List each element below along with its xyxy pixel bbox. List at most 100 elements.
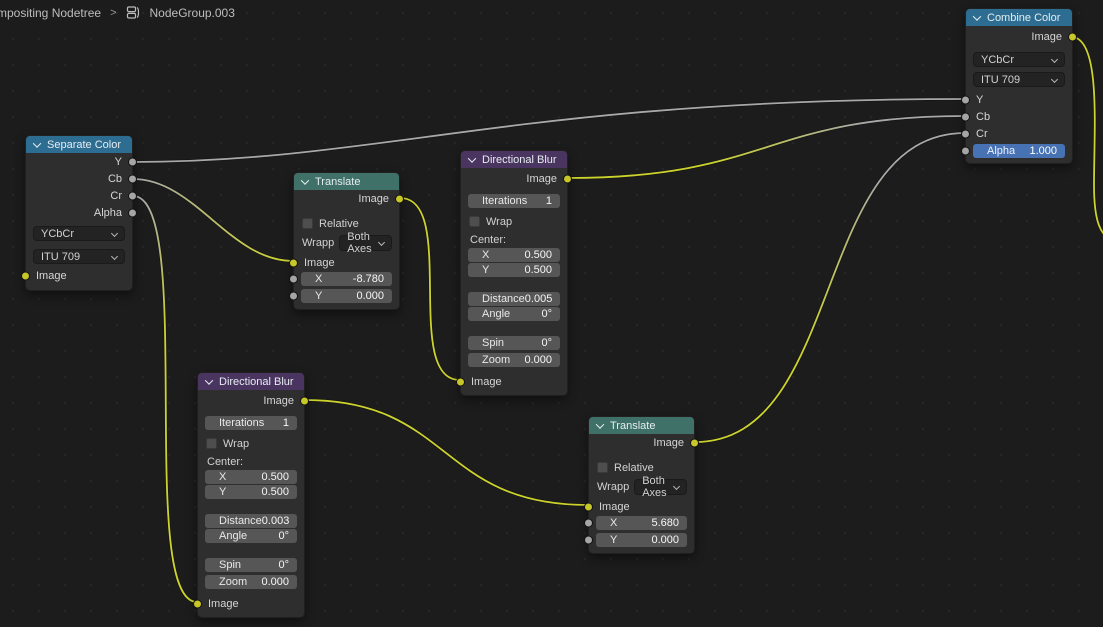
node-header-directional-blur-2[interactable]: Directional Blur xyxy=(198,373,304,390)
socket-output-image[interactable] xyxy=(300,396,309,405)
center-y-field[interactable]: Y 0.500 xyxy=(205,485,297,499)
angle-field[interactable]: Angle 0° xyxy=(468,307,560,321)
collapse-chevron-icon[interactable] xyxy=(205,376,213,384)
breadcrumb-separator-icon: > xyxy=(110,7,116,19)
wrap-dropdown-value: Both Axes xyxy=(347,231,379,255)
node-separate-color[interactable]: Separate Color Y Cb Cr Alpha YCbCr ITU 7… xyxy=(25,135,133,291)
output-row-image: Image xyxy=(461,170,567,187)
collapse-chevron-icon[interactable] xyxy=(596,420,604,428)
wire-combine-image-out[interactable] xyxy=(1073,37,1103,244)
relative-checkbox[interactable] xyxy=(597,462,608,473)
wire-separate-cr-to-blur2-image[interactable] xyxy=(133,196,197,602)
wire-separate-cb-to-translate1-image[interactable] xyxy=(133,179,293,261)
socket-output-image[interactable] xyxy=(395,194,404,203)
node-header-translate-1[interactable]: Translate xyxy=(294,173,399,190)
output-label-y: Y xyxy=(115,156,122,168)
input-row-image: Image xyxy=(294,254,399,271)
node-directional-blur-2[interactable]: Directional Blur Image Iterations 1 Wrap… xyxy=(197,372,305,618)
socket-output-image[interactable] xyxy=(690,438,699,447)
node-translate-2[interactable]: Translate Image Relative Wrapp Both Axes… xyxy=(588,416,695,554)
wire-blur1-to-combine-cb[interactable] xyxy=(568,116,965,178)
node-header-separate-color[interactable]: Separate Color xyxy=(26,136,132,153)
distance-field[interactable]: Distance 0.003 xyxy=(205,514,297,528)
node-directional-blur-1[interactable]: Directional Blur Image Iterations 1 Wrap… xyxy=(460,150,568,396)
node-header-directional-blur-1[interactable]: Directional Blur xyxy=(461,151,567,168)
angle-label: Angle xyxy=(482,308,510,320)
x-field[interactable]: X 5.680 xyxy=(596,516,687,530)
wire-translate1-to-blur1-image[interactable] xyxy=(400,198,460,380)
node-title: Translate xyxy=(315,176,360,188)
mode-dropdown[interactable]: YCbCr xyxy=(973,52,1065,67)
socket-input-image[interactable] xyxy=(193,599,202,608)
socket-input-y[interactable] xyxy=(961,95,970,104)
node-header-translate-2[interactable]: Translate xyxy=(589,417,694,434)
socket-output-cb[interactable] xyxy=(128,174,137,183)
chevron-down-icon xyxy=(1051,76,1058,83)
wire-blur2-to-translate2-image[interactable] xyxy=(305,400,588,505)
wrap-checkbox[interactable] xyxy=(469,216,480,227)
breadcrumb-group-name[interactable]: NodeGroup.003 xyxy=(150,6,235,20)
chevron-down-icon xyxy=(673,483,680,490)
iterations-field[interactable]: Iterations 1 xyxy=(205,416,297,430)
center-label-row: Center: xyxy=(461,233,567,247)
socket-input-y[interactable] xyxy=(584,536,593,545)
standard-dropdown-value: ITU 709 xyxy=(41,251,80,263)
input-label-cb: Cb xyxy=(976,111,990,123)
angle-field-row: Angle 0° xyxy=(461,307,567,321)
center-x-field[interactable]: X 0.500 xyxy=(468,248,560,262)
socket-output-y[interactable] xyxy=(128,157,137,166)
zoom-field[interactable]: Zoom 0.000 xyxy=(205,575,297,589)
wrap-dropdown[interactable]: Both Axes xyxy=(339,235,392,251)
socket-input-cr[interactable] xyxy=(961,129,970,138)
center-y-field[interactable]: Y 0.500 xyxy=(468,263,560,277)
collapse-chevron-icon[interactable] xyxy=(468,154,476,162)
y-field-row: Y 0.000 xyxy=(294,289,399,303)
alpha-slider[interactable]: Alpha 1.000 xyxy=(973,144,1065,158)
socket-input-image[interactable] xyxy=(21,271,30,280)
socket-input-alpha[interactable] xyxy=(961,147,970,156)
node-translate-1[interactable]: Translate Image Relative Wrapp Both Axes… xyxy=(293,172,400,310)
angle-field[interactable]: Angle 0° xyxy=(205,529,297,543)
relative-checkbox[interactable] xyxy=(302,218,313,229)
output-row-cb: Cb xyxy=(26,170,132,187)
socket-input-x[interactable] xyxy=(289,275,298,284)
socket-input-x[interactable] xyxy=(584,519,593,528)
breadcrumb-tree-name[interactable]: mpositing Nodetree xyxy=(0,6,101,20)
collapse-chevron-icon[interactable] xyxy=(301,176,309,184)
spin-field[interactable]: Spin 0° xyxy=(468,336,560,350)
socket-input-cb[interactable] xyxy=(961,112,970,121)
socket-input-y[interactable] xyxy=(289,292,298,301)
standard-dropdown[interactable]: ITU 709 xyxy=(973,72,1065,87)
node-title: Separate Color xyxy=(47,139,121,151)
socket-input-image[interactable] xyxy=(456,377,465,386)
wrap-row: Wrapp Both Axes xyxy=(294,234,399,251)
socket-output-cr[interactable] xyxy=(128,191,137,200)
output-label-cr: Cr xyxy=(110,190,122,202)
spin-field[interactable]: Spin 0° xyxy=(205,558,297,572)
relative-label: Relative xyxy=(614,462,654,474)
socket-output-image[interactable] xyxy=(563,174,572,183)
x-field[interactable]: X -8.780 xyxy=(301,272,392,286)
socket-input-image[interactable] xyxy=(289,258,298,267)
socket-input-image[interactable] xyxy=(584,502,593,511)
input-row-image: Image xyxy=(26,267,132,284)
distance-field[interactable]: Distance 0.005 xyxy=(468,292,560,306)
y-field[interactable]: Y 0.000 xyxy=(596,533,687,547)
node-combine-color[interactable]: Combine Color Image YCbCr ITU 709 Y Cb C… xyxy=(965,8,1073,164)
mode-dropdown[interactable]: YCbCr xyxy=(33,226,125,241)
node-header-combine-color[interactable]: Combine Color xyxy=(966,9,1072,26)
standard-dropdown[interactable]: ITU 709 xyxy=(33,249,125,264)
socket-output-image[interactable] xyxy=(1068,32,1077,41)
y-field[interactable]: Y 0.000 xyxy=(301,289,392,303)
collapse-chevron-icon[interactable] xyxy=(973,12,981,20)
center-x-field[interactable]: X 0.500 xyxy=(205,470,297,484)
input-label-cr: Cr xyxy=(976,128,988,140)
iterations-field[interactable]: Iterations 1 xyxy=(468,194,560,208)
zoom-field[interactable]: Zoom 0.000 xyxy=(468,353,560,367)
wrap-checkbox[interactable] xyxy=(206,438,217,449)
wrap-dropdown[interactable]: Both Axes xyxy=(634,479,687,495)
output-row-image: Image xyxy=(198,392,304,409)
collapse-chevron-icon[interactable] xyxy=(33,139,41,147)
spin-label: Spin xyxy=(219,559,241,571)
socket-output-alpha[interactable] xyxy=(128,208,137,217)
